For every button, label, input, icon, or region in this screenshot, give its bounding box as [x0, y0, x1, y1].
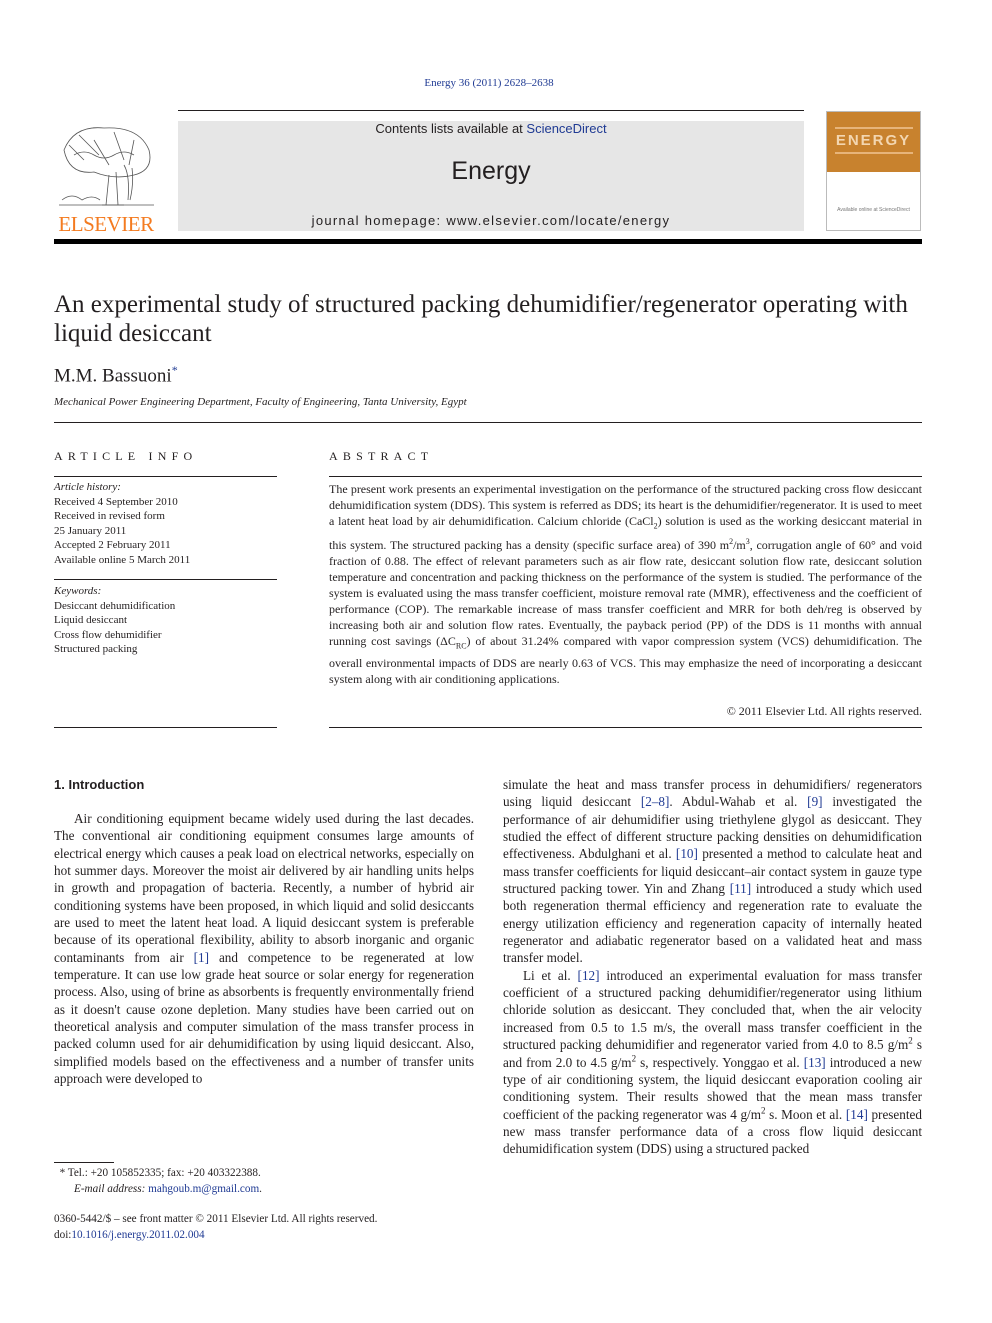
body-column-left: Air conditioning equipment became widely…: [54, 810, 474, 1088]
keyword-item: Liquid desiccant: [54, 614, 128, 627]
cover-title: ENERGY: [835, 132, 912, 149]
paragraph: simulate the heat and mass transfer proc…: [503, 776, 922, 967]
paragraph: Air conditioning equipment became widely…: [54, 810, 474, 1088]
history-item: Available online 5 March 2011: [54, 553, 191, 566]
reference-link[interactable]: [11]: [730, 881, 751, 896]
history-item: Accepted 2 February 2011: [54, 539, 171, 552]
sciencedirect-link[interactable]: ScienceDirect: [526, 121, 606, 136]
punctuation: .: [259, 1183, 262, 1195]
journal-citation[interactable]: Energy 36 (2011) 2628–2638: [0, 77, 978, 89]
history-item: Received in revised form: [54, 510, 165, 523]
front-matter: 0360-5442/$ – see front matter © 2011 El…: [54, 1211, 377, 1243]
divider: [54, 476, 277, 477]
keyword-item: Desiccant dehumidification: [54, 599, 176, 612]
footnote-rule: [54, 1162, 114, 1163]
doi-label: doi:: [54, 1229, 72, 1241]
section-heading-introduction: 1. Introduction: [54, 777, 145, 792]
cover-decoration: [835, 152, 913, 154]
journal-cover-thumbnail[interactable]: ENERGY Available online at ScienceDirect: [826, 111, 921, 231]
abstract-text: The present work presents an experimenta…: [329, 481, 922, 687]
cover-footer: Available online at ScienceDirect: [837, 207, 910, 213]
publisher-logo-text: ELSEVIER: [58, 212, 154, 236]
text-segment: and competence to be regenerated at low …: [54, 949, 475, 1087]
abstract-segment: /m: [733, 538, 746, 553]
reference-link[interactable]: [10]: [676, 846, 698, 861]
divider: [329, 476, 922, 477]
keywords-label: Keywords:: [54, 585, 102, 597]
keyword-item: Structured packing: [54, 643, 138, 656]
header-rule: [178, 110, 804, 111]
article-title: An experimental study of structured pack…: [54, 291, 908, 347]
history-item: Received 4 September 2010: [54, 495, 178, 508]
header-thick-rule: [54, 239, 922, 244]
divider: [54, 579, 277, 580]
footnote-email: E-mail address: mahgoub.m@gmail.com.: [54, 1181, 262, 1197]
article-history: Article history: Received 4 September 20…: [54, 480, 190, 568]
footnote-contact: * Tel.: +20 105852335; fax: +20 40332238…: [54, 1165, 262, 1181]
text-segment: s, respectively. Yonggao et al.: [636, 1054, 804, 1070]
keyword-item: Cross flow dehumidifier: [54, 628, 162, 641]
reference-link[interactable]: [2–8]: [641, 794, 670, 809]
contents-prefix: Contents lists available at: [375, 121, 527, 136]
text-segment: Air conditioning equipment became widely…: [54, 811, 474, 965]
abstract-segment: , corrugation angle of 60° and void frac…: [329, 538, 922, 649]
contents-line: Contents lists available at ScienceDirec…: [178, 121, 804, 136]
reference-link[interactable]: [13]: [804, 1055, 826, 1070]
text-segment: Li et al.: [523, 967, 578, 983]
keywords: Keywords: Desiccant dehumidification Liq…: [54, 584, 175, 657]
article-info-heading: ARTICLE INFO: [54, 449, 198, 463]
reference-link[interactable]: [14]: [846, 1107, 868, 1122]
divider: [54, 727, 277, 728]
subscript: RC: [455, 641, 467, 651]
divider: [329, 727, 922, 728]
text-segment: s. Moon et al.: [765, 1106, 846, 1122]
author-footnote: * Tel.: +20 105852335; fax: +20 40332238…: [54, 1165, 262, 1197]
email-label: E-mail address:: [74, 1183, 149, 1195]
homepage-url[interactable]: www.elsevier.com/locate/energy: [446, 213, 670, 228]
article-history-label: Article history:: [54, 481, 121, 493]
reference-link[interactable]: [12]: [578, 968, 600, 983]
author-line: M.M. Bassuoni*: [54, 363, 178, 387]
body-column-right: simulate the heat and mass transfer proc…: [503, 776, 922, 1158]
author-name: M.M. Bassuoni: [54, 365, 172, 387]
homepage-prefix: journal homepage:: [311, 213, 447, 228]
doi-link[interactable]: 10.1016/j.energy.2011.02.004: [71, 1229, 204, 1241]
reference-link[interactable]: [9]: [807, 794, 822, 809]
abstract-heading: ABSTRACT: [329, 449, 434, 463]
doi-line: doi:10.1016/j.energy.2011.02.004: [54, 1227, 377, 1243]
email-link[interactable]: mahgoub.m@gmail.com: [148, 1183, 259, 1195]
journal-name: Energy: [451, 157, 531, 185]
history-item: 25 January 2011: [54, 524, 127, 537]
issn-line: 0360-5442/$ – see front matter © 2011 El…: [54, 1213, 378, 1225]
journal-homepage: journal homepage: www.elsevier.com/locat…: [178, 213, 804, 228]
paragraph: Li et al. [12] introduced an experimenta…: [503, 967, 922, 1158]
footnote-phone-fax: Tel.: +20 105852335; fax: +20 403322388.: [65, 1167, 261, 1179]
text-segment: . Abdul-Wahab et al.: [669, 794, 808, 810]
cover-decoration: [835, 127, 913, 129]
author-affiliation: Mechanical Power Engineering Department,…: [54, 396, 467, 408]
abstract-copyright: © 2011 Elsevier Ltd. All rights reserved…: [726, 704, 922, 718]
divider: [54, 422, 922, 423]
reference-link[interactable]: [1]: [194, 950, 209, 965]
corresponding-author-mark[interactable]: *: [172, 363, 178, 377]
